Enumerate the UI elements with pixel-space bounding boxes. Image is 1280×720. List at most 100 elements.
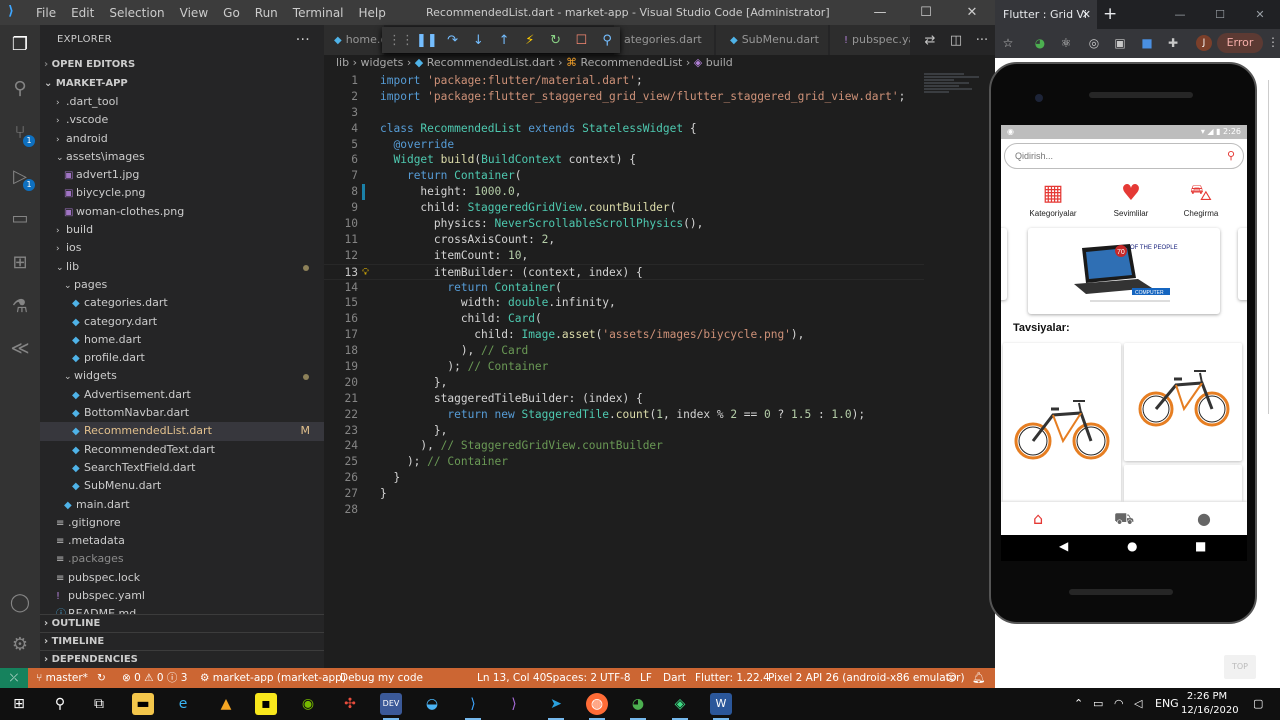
- code-line[interactable]: 6 Widget build(BuildContext context) {: [324, 152, 924, 168]
- encoding-status[interactable]: UTF-8: [600, 668, 631, 688]
- postman-icon[interactable]: ◍: [586, 693, 608, 720]
- page-scrollbar[interactable]: [1268, 80, 1280, 414]
- tree-item[interactable]: › ios: [40, 239, 324, 257]
- language-indicator[interactable]: ENG: [1155, 688, 1179, 720]
- slack-icon[interactable]: ✣: [339, 693, 361, 715]
- sticky-notes-icon[interactable]: ▪: [255, 693, 277, 715]
- problems-status[interactable]: ⊗ 0 ⚠ 0 ⓘ 3: [122, 668, 187, 688]
- tree-item[interactable]: ≡ .metadata: [40, 532, 324, 550]
- product-card[interactable]: [1003, 343, 1121, 503]
- drag-handle-icon[interactable]: ⋮⋮: [388, 33, 414, 48]
- windows-start-icon[interactable]: ⊞: [8, 693, 30, 715]
- advertisement-banner[interactable]: 70 OF THE PEOPLE COMPUTER: [1028, 228, 1220, 314]
- code-line[interactable]: 1 import 'package:flutter/material.dart';: [324, 73, 924, 89]
- taskbar-clock[interactable]: 2:26 PM 12/16/2020: [1181, 690, 1239, 718]
- code-line[interactable]: 13 💡︎ itemBuilder: (context, index) {: [324, 263, 924, 281]
- menu-file[interactable]: File: [36, 6, 56, 20]
- tree-item[interactable]: ▣ biycycle.png: [40, 184, 324, 202]
- tree-item[interactable]: ◆ RecommendedList.dart M: [40, 422, 324, 441]
- breadcrumb-file[interactable]: RecommendedList.dart: [427, 56, 555, 69]
- code-line[interactable]: 17 child: Image.asset('assets/images/biy…: [324, 327, 924, 343]
- open-editors-section[interactable]: › OPEN EDITORS: [40, 55, 324, 74]
- code-line[interactable]: 21 staggeredTileBuilder: (index) {: [324, 391, 924, 407]
- telegram-icon[interactable]: ➤: [545, 693, 567, 720]
- code-line[interactable]: 5 @override: [324, 137, 924, 153]
- split-editor-icon[interactable]: ◫: [943, 33, 969, 48]
- code-line[interactable]: 20 },: [324, 375, 924, 391]
- lightbulb-icon[interactable]: 💡︎: [362, 265, 369, 281]
- code-line[interactable]: 3: [324, 105, 924, 121]
- tray-chevron-icon[interactable]: ⌃: [1074, 688, 1083, 720]
- extensions-icon[interactable]: ⊞: [8, 251, 32, 275]
- chrome-taskbar-icon[interactable]: ◕: [627, 693, 649, 720]
- code-line[interactable]: 2 import 'package:flutter_staggered_grid_…: [324, 89, 924, 105]
- close-tab-icon[interactable]: ✕: [1082, 0, 1091, 29]
- tree-item[interactable]: ◆ categories.dart: [40, 294, 324, 312]
- code-line[interactable]: 15 width: double.infinity,: [324, 295, 924, 311]
- code-line[interactable]: 4 class RecommendedList extends Stateless…: [324, 121, 924, 137]
- maximize-icon[interactable]: ☐: [903, 0, 949, 25]
- breadcrumb-class[interactable]: RecommendedList: [581, 56, 683, 69]
- dependencies-section[interactable]: › DEPENDENCIES: [40, 650, 324, 668]
- bookmark-star-icon[interactable]: ☆: [1001, 36, 1015, 50]
- cart-icon[interactable]: ⛟: [1114, 509, 1134, 530]
- account-icon[interactable]: ◯: [8, 591, 32, 615]
- code-line[interactable]: 25 ); // Container: [324, 454, 924, 470]
- code-line[interactable]: 23 },: [324, 423, 924, 439]
- tree-item[interactable]: ◆ home.dart: [40, 331, 324, 349]
- code-line[interactable]: 9 child: StaggeredGridView.countBuilder(: [324, 200, 924, 216]
- home-circle-icon[interactable]: ●: [1127, 539, 1137, 553]
- categories-button[interactable]: ▦ Kategoriyalar: [1023, 181, 1083, 218]
- maximize-icon[interactable]: ☐: [1200, 0, 1240, 29]
- volume-icon[interactable]: ◁: [1134, 688, 1142, 720]
- tree-item[interactable]: ⌄ assets\images: [40, 148, 324, 166]
- tree-item[interactable]: ◆ category.dart: [40, 313, 324, 331]
- project-section[interactable]: ⌄ MARKET-APP: [40, 74, 324, 93]
- minimize-icon[interactable]: —: [1160, 0, 1200, 29]
- tree-item[interactable]: ◆ SubMenu.dart: [40, 477, 324, 495]
- tree-item[interactable]: ≡ .packages: [40, 550, 324, 568]
- code-editor[interactable]: 1 import 'package:flutter/material.dart';…: [324, 73, 924, 518]
- device-status[interactable]: Pixel 2 API 26 (android-x86 emulator): [768, 668, 965, 688]
- banner-next[interactable]: [1238, 228, 1247, 300]
- task-view-icon[interactable]: ⧉: [88, 693, 110, 715]
- step-out-icon[interactable]: ↑: [491, 33, 517, 48]
- tree-item[interactable]: ◆ RecommendedText.dart: [40, 441, 324, 459]
- menu-view[interactable]: View: [180, 6, 208, 20]
- tree-item[interactable]: ▣ advert1.jpg: [40, 166, 324, 184]
- menu-run[interactable]: Run: [255, 6, 278, 20]
- tree-item[interactable]: ≡ pubspec.lock: [40, 569, 324, 587]
- sync-icon[interactable]: ↻: [97, 668, 106, 688]
- breadcrumb-widgets[interactable]: widgets: [361, 56, 404, 69]
- restart-icon[interactable]: ↻: [543, 33, 569, 48]
- chrome-tab[interactable]: Flutter : Grid Vi ✕: [995, 0, 1097, 29]
- project-status[interactable]: ⚙ market-app (market-app): [200, 668, 346, 688]
- menu-go[interactable]: Go: [223, 6, 240, 20]
- code-line[interactable]: 16 child: Card(: [324, 311, 924, 327]
- more-icon[interactable]: ···: [969, 33, 995, 48]
- inspect-widget-icon[interactable]: ⚲: [594, 33, 620, 48]
- save-extension-icon[interactable]: ■: [1140, 36, 1154, 50]
- profile-icon[interactable]: ●: [1197, 509, 1211, 528]
- testing-icon[interactable]: ⚗: [8, 295, 32, 319]
- wifi-tray-icon[interactable]: ◠: [1114, 688, 1124, 720]
- visual-studio-icon[interactable]: ⟩: [503, 693, 525, 715]
- menu-edit[interactable]: Edit: [71, 6, 94, 20]
- search-icon[interactable]: ⚲: [8, 77, 32, 101]
- tab-submenu[interactable]: ◆ SubMenu.dart: [716, 25, 828, 55]
- code-line[interactable]: 28: [324, 502, 924, 518]
- hot-reload-icon[interactable]: ⚡: [517, 33, 543, 48]
- outline-section[interactable]: › OUTLINE: [40, 614, 324, 632]
- code-line[interactable]: 12 itemCount: 10,: [324, 248, 924, 264]
- code-line[interactable]: 14 return Container(: [324, 280, 924, 296]
- tree-item[interactable]: ⌄ widgets: [40, 367, 324, 385]
- battery-tray-icon[interactable]: ▭: [1093, 688, 1103, 720]
- notifications-bell-icon[interactable]: 🔔︎: [972, 668, 985, 688]
- code-line[interactable]: 11 crossAxisCount: 2,: [324, 232, 924, 248]
- react-devtools-icon[interactable]: ⚛: [1059, 36, 1073, 50]
- run-debug-icon[interactable]: ▷ 1: [8, 165, 35, 191]
- notifications-icon[interactable]: ▢: [1253, 688, 1263, 720]
- menu-terminal[interactable]: Terminal: [293, 6, 344, 20]
- tree-item[interactable]: ◆ main.dart: [40, 496, 324, 514]
- app-triangle-icon[interactable]: ▲: [215, 693, 237, 715]
